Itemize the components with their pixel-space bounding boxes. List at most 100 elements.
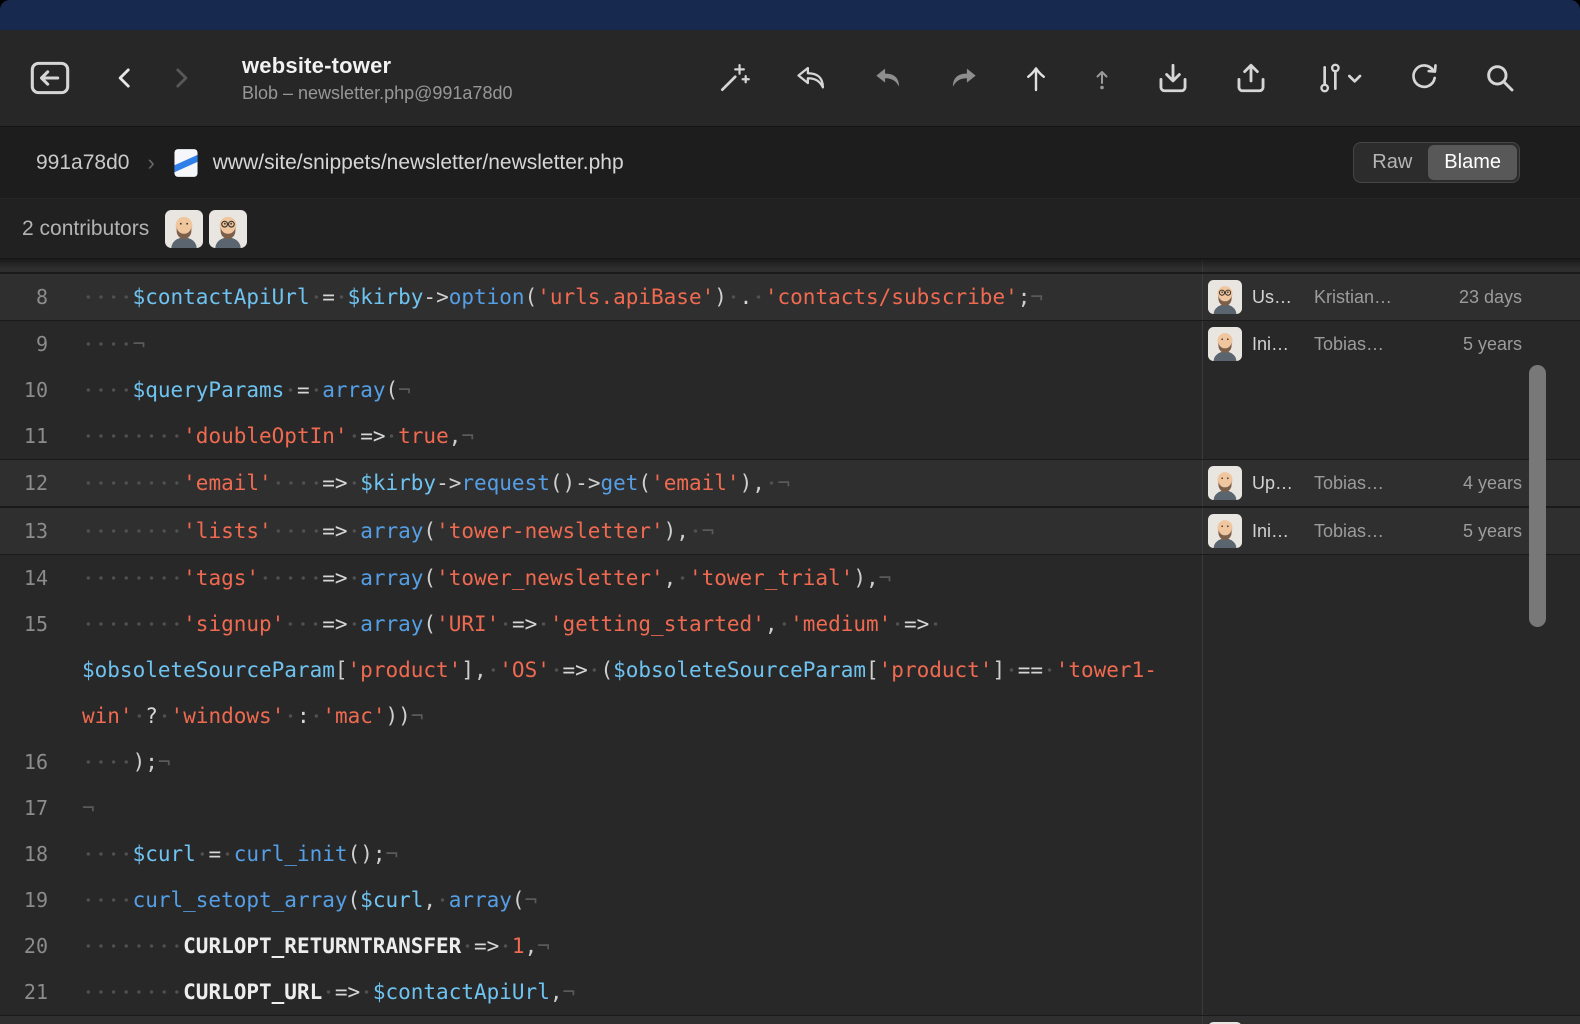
code-text: CURLOPT_RETURNTRANSFER => 1,¬ xyxy=(66,923,1202,969)
contributors-label: 2 contributors xyxy=(22,217,149,241)
raw-button[interactable]: Raw xyxy=(1356,145,1428,180)
code-line-17[interactable]: 17¬ xyxy=(0,785,1580,831)
blame-message: Us… xyxy=(1252,287,1304,308)
blame-cell xyxy=(1202,831,1580,877)
scrollbar-thumb[interactable] xyxy=(1529,365,1546,627)
code-text: 'signup' => array('URI' => 'getting_star… xyxy=(66,601,1202,739)
code-line-12[interactable]: 12 'email' => $kirby->request()->get('em… xyxy=(0,459,1580,507)
line-number: 21 xyxy=(0,969,66,1015)
magic-wand-icon[interactable] xyxy=(718,62,750,94)
code-line-21[interactable]: 21 CURLOPT_URL => $contactApiUrl,¬ xyxy=(0,969,1580,1015)
code-line-10[interactable]: 10 $queryParams = array(¬ xyxy=(0,367,1580,413)
window-subtitle: Blob – newsletter.php@991a78d0 xyxy=(242,83,602,104)
blame-cell xyxy=(1202,739,1580,785)
blame-author: Tobias… xyxy=(1314,473,1414,494)
code-line-19[interactable]: 19 curl_setopt_array($curl, array(¬ xyxy=(0,877,1580,923)
blame-cell[interactable] xyxy=(1202,1016,1580,1024)
avatar-glasses xyxy=(1208,280,1242,314)
file-path: www/site/snippets/newsletter/newsletter.… xyxy=(213,151,624,175)
avatar-plain xyxy=(1208,514,1242,548)
blame-cell xyxy=(1202,969,1580,1015)
stash-pop-icon[interactable] xyxy=(1234,61,1268,95)
line-number: 13 xyxy=(0,508,66,554)
search-icon[interactable] xyxy=(1484,62,1516,94)
code-line-7[interactable]: 7 xyxy=(0,259,1580,273)
apply-patch-icon[interactable] xyxy=(1092,63,1112,93)
stash-save-icon[interactable] xyxy=(1156,61,1190,95)
code-rows: 78 $contactApiUrl = $kirby->option('urls… xyxy=(0,259,1580,1024)
code-line-18[interactable]: 18 $curl = curl_init();¬ xyxy=(0,831,1580,877)
blame-cell[interactable]: Ini…Tobias…5 years xyxy=(1202,508,1580,554)
toolbar-actions xyxy=(718,61,1516,95)
blame-cell[interactable]: Us… Kristian… 23 days xyxy=(1202,274,1580,320)
code-line-15[interactable]: 15 'signup' => array('URI' => 'getting_s… xyxy=(0,601,1580,739)
view-mode-switch: Raw Blame xyxy=(1353,142,1520,183)
blame-view: 78 $contactApiUrl = $kirby->option('urls… xyxy=(0,259,1580,1024)
code-text: ¬ xyxy=(66,321,1202,367)
code-text: CURLOPT_URL => $contactApiUrl,¬ xyxy=(66,969,1202,1015)
blame-message: Ini… xyxy=(1252,521,1304,542)
window-title-accent xyxy=(0,0,1580,30)
line-number: 14 xyxy=(0,555,66,601)
line-number: 12 xyxy=(0,460,66,506)
line-number: 9 xyxy=(0,321,66,367)
line-number: 11 xyxy=(0,413,66,459)
code-text: 'doubleOptIn' => true,¬ xyxy=(66,413,1202,459)
contributor-avatars xyxy=(165,210,247,248)
code-text: 'tags' => array('tower_newsletter', 'tow… xyxy=(66,555,1202,601)
blame-button[interactable]: Blame xyxy=(1428,145,1517,180)
code-line-11[interactable]: 11 'doubleOptIn' => true,¬ xyxy=(0,413,1580,459)
forward-button[interactable] xyxy=(168,64,194,92)
compare-options-dropdown[interactable] xyxy=(1312,62,1364,94)
blame-author: Tobias… xyxy=(1314,521,1414,542)
blame-date: 5 years xyxy=(1463,334,1522,355)
blame-date: 4 years xyxy=(1463,473,1522,494)
avatar-glasses[interactable] xyxy=(209,210,247,248)
line-number: 16 xyxy=(0,739,66,785)
code-line-13[interactable]: 13 'lists' => array('tower-newsletter'),… xyxy=(0,507,1580,555)
blame-cell[interactable]: Up… Tobias… 4 years xyxy=(1202,460,1580,506)
code-text xyxy=(66,259,1202,272)
undo-outline-icon[interactable] xyxy=(794,63,828,93)
code-text: $curl = curl_init();¬ xyxy=(66,831,1202,877)
line-number: 20 xyxy=(0,923,66,969)
code-text: curl_setopt_array($curl, array(¬ xyxy=(66,877,1202,923)
blame-author: Kristian… xyxy=(1314,287,1414,308)
blame-cell xyxy=(1202,877,1580,923)
sidebar-toggle-button[interactable] xyxy=(30,61,70,95)
blame-cell xyxy=(1202,413,1580,459)
code-line-20[interactable]: 20 CURLOPT_RETURNTRANSFER => 1,¬ xyxy=(0,923,1580,969)
blame-cell xyxy=(1202,367,1580,413)
code-line-14[interactable]: 14 'tags' => array('tower_newsletter', '… xyxy=(0,555,1580,601)
avatar-plain xyxy=(1208,327,1242,361)
blame-cell[interactable]: Ini…Tobias…5 years xyxy=(1202,321,1580,367)
line-number: 18 xyxy=(0,831,66,877)
main-toolbar: website-tower Blob – newsletter.php@991a… xyxy=(0,30,1580,127)
back-button[interactable] xyxy=(112,64,138,92)
line-number: 10 xyxy=(0,367,66,413)
code-text: CURLOPT_TIMEOUT => array('timeout' => 30… xyxy=(66,1016,1202,1024)
code-line-22[interactable]: 22 CURLOPT_TIMEOUT => array('timeout' =>… xyxy=(0,1015,1580,1024)
code-line-9[interactable]: 9 ¬Ini…Tobias…5 years xyxy=(0,321,1580,367)
blame-date: 23 days xyxy=(1459,287,1522,308)
code-line-8[interactable]: 8 $contactApiUrl = $kirby->option('urls.… xyxy=(0,273,1580,321)
avatar-plain[interactable] xyxy=(165,210,203,248)
refresh-icon[interactable] xyxy=(1408,62,1440,94)
blame-cell xyxy=(1202,259,1580,272)
code-text: 'lists' => array('tower-newsletter'), ¬ xyxy=(66,508,1202,554)
code-text: $contactApiUrl = $kirby->option('urls.ap… xyxy=(66,274,1202,320)
cherry-pick-icon[interactable] xyxy=(1024,62,1048,94)
avatar-plain xyxy=(1208,466,1242,500)
undo-filled-icon[interactable] xyxy=(872,64,904,92)
blame-message: Up… xyxy=(1252,473,1304,494)
line-number: 7 xyxy=(0,259,66,272)
blame-cell xyxy=(1202,601,1580,739)
code-text: );¬ xyxy=(66,739,1202,785)
redo-filled-icon[interactable] xyxy=(948,64,980,92)
commit-hash[interactable]: 991a78d0 xyxy=(36,151,129,175)
chevron-right-icon: › xyxy=(147,150,154,176)
window-title-block: website-tower Blob – newsletter.php@991a… xyxy=(242,53,602,104)
blame-cell xyxy=(1202,785,1580,831)
code-line-16[interactable]: 16 );¬ xyxy=(0,739,1580,785)
php-file-icon xyxy=(173,148,199,178)
